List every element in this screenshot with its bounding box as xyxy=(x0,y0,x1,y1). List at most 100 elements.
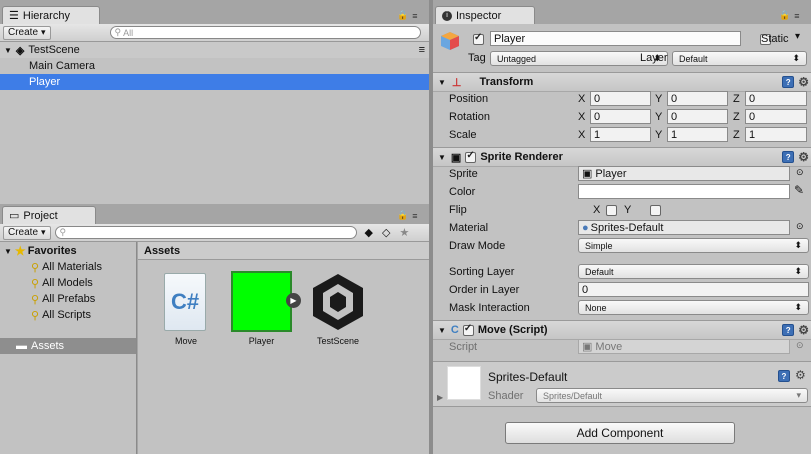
position-label: Position xyxy=(449,93,489,105)
draw-mode-dropdown[interactable]: Simple ⬍ xyxy=(578,238,809,253)
list-icon: ☰ xyxy=(9,10,19,22)
gear-icon[interactable]: ⚙ xyxy=(798,150,809,164)
green-sprite-thumbnail[interactable] xyxy=(231,271,292,332)
mask-interaction-dropdown[interactable]: None ⬍ xyxy=(578,300,809,315)
favorites-row[interactable]: ▼ ★ Favorites xyxy=(0,243,136,259)
order-in-layer-label: Order in Layer xyxy=(449,284,520,296)
add-component-button[interactable]: Add Component xyxy=(505,422,735,444)
scale-z-field[interactable]: 1 xyxy=(745,127,807,142)
axis-z-label: Z xyxy=(733,129,740,141)
search-icon: ⚲ xyxy=(31,293,40,306)
project-create-button[interactable]: Create ▾ xyxy=(3,225,51,240)
rotation-y-field[interactable]: 0 xyxy=(667,109,728,124)
object-name-field[interactable]: Player xyxy=(490,31,741,46)
active-checkbox[interactable] xyxy=(473,32,484,45)
triangle-right-icon[interactable]: ▶ xyxy=(437,393,443,402)
menu-icon[interactable]: ≡ xyxy=(794,11,799,21)
eyedropper-icon[interactable]: ✎ xyxy=(794,183,804,197)
axis-y-label: Y xyxy=(655,93,663,105)
scene-menu-icon[interactable]: ≡ xyxy=(419,44,425,56)
filter-label-icon[interactable]: ◇ xyxy=(382,226,390,239)
triangle-down-icon[interactable]: ▼ xyxy=(438,326,446,335)
tab-hierarchy[interactable]: ☰ Hierarchy xyxy=(2,6,100,24)
triangle-down-icon[interactable]: ▼ xyxy=(4,247,12,256)
scene-row[interactable]: ▼ ◈ TestScene ≡ xyxy=(0,42,429,58)
tree-item-assets[interactable]: ▬ Assets xyxy=(0,338,136,354)
object-picker-icon[interactable]: ⊙ xyxy=(796,167,804,178)
csharp-script-icon[interactable]: C# xyxy=(164,273,206,331)
gear-icon[interactable]: ⚙ xyxy=(795,368,806,382)
folder-icon: ▭ xyxy=(9,210,20,222)
hierarchy-search-input[interactable]: ⚲ All xyxy=(109,26,421,39)
axis-y-label: Y xyxy=(655,129,663,141)
menu-icon[interactable]: ≡ xyxy=(412,11,417,21)
gear-icon[interactable]: ⚙ xyxy=(798,323,809,337)
asset-label: Move xyxy=(174,336,197,346)
transform-header[interactable]: ▼ ⊥ Transform ? ⚙ xyxy=(433,72,811,92)
object-picker-icon[interactable]: ⊙ xyxy=(796,221,804,232)
rotation-z-field[interactable]: 0 xyxy=(745,109,807,124)
gear-icon[interactable]: ⚙ xyxy=(798,75,809,89)
lock-icon[interactable]: 🔒 xyxy=(397,210,408,221)
folder-icon: ▬ xyxy=(16,340,27,352)
sprite-icon: ▣ xyxy=(582,168,593,180)
position-x-field[interactable]: 0 xyxy=(590,91,651,106)
sprite-renderer-enabled-checkbox[interactable] xyxy=(465,150,477,163)
flip-x-checkbox[interactable] xyxy=(606,204,618,216)
hierarchy-item-player[interactable]: Player xyxy=(0,74,429,90)
help-icon[interactable]: ? xyxy=(782,151,795,163)
favorite-item-all-models[interactable]: ⚲ All Models xyxy=(0,275,136,291)
material-field[interactable]: ● Sprites-Default xyxy=(578,220,790,235)
sprite-renderer-header[interactable]: ▼ ▣ Sprite Renderer ? ⚙ xyxy=(433,147,811,167)
flip-y-checkbox[interactable] xyxy=(650,204,662,216)
lock-icon[interactable]: 🔒 xyxy=(397,10,408,21)
shader-label: Shader xyxy=(488,390,524,402)
favorite-item-all-materials[interactable]: ⚲ All Materials xyxy=(0,259,136,275)
axis-z-label: Z xyxy=(733,93,740,105)
help-icon[interactable]: ? xyxy=(782,76,795,88)
triangle-down-icon[interactable]: ▼ xyxy=(438,78,446,87)
expand-arrow-icon[interactable]: ▶ xyxy=(286,293,301,308)
position-y-field[interactable]: 0 xyxy=(667,91,728,106)
rotation-x-field[interactable]: 0 xyxy=(590,109,651,124)
move-script-header[interactable]: ▼ C Move (Script) ? ⚙ xyxy=(433,320,811,340)
sorting-layer-label: Sorting Layer xyxy=(449,266,515,278)
triangle-down-icon[interactable]: ▼ xyxy=(438,153,446,162)
help-icon[interactable]: ? xyxy=(782,324,795,336)
hierarchy-panel: ▼ ◈ TestScene ≡ Main Camera Player xyxy=(0,42,429,204)
axis-x-label: X xyxy=(578,129,586,141)
static-dropdown-arrow-icon[interactable]: ▾ xyxy=(795,31,800,42)
dropdown-arrow-icon: ▾ xyxy=(41,27,46,37)
shader-dropdown[interactable]: Sprites/Default ▾ xyxy=(536,388,808,403)
color-swatch[interactable] xyxy=(578,184,790,199)
hierarchy-create-button[interactable]: Create ▾ xyxy=(3,25,51,40)
favorite-star-icon[interactable]: ★ xyxy=(399,226,409,239)
object-picker-icon: ⊙ xyxy=(796,340,804,350)
lock-icon[interactable]: 🔒 xyxy=(779,10,790,21)
info-icon: i xyxy=(442,10,452,21)
asset-label: TestScene xyxy=(316,336,360,346)
favorite-item-all-prefabs[interactable]: ⚲ All Prefabs xyxy=(0,291,136,307)
sprite-field[interactable]: ▣ Player xyxy=(578,166,790,181)
position-z-field[interactable]: 0 xyxy=(745,91,807,106)
asset-label: Player xyxy=(248,336,275,346)
triangle-down-icon[interactable]: ▼ xyxy=(4,46,12,55)
layer-dropdown[interactable]: Default ⬍ xyxy=(672,51,807,66)
material-name: Sprites-Default xyxy=(488,370,568,384)
favorite-item-all-scripts[interactable]: ⚲ All Scripts xyxy=(0,307,136,323)
tab-project[interactable]: ▭ Project xyxy=(2,206,96,224)
sorting-layer-dropdown[interactable]: Default ⬍ xyxy=(578,264,809,279)
order-in-layer-field[interactable]: 0 xyxy=(578,282,809,297)
unity-scene-icon[interactable] xyxy=(307,270,369,334)
color-label: Color xyxy=(449,186,476,198)
filter-type-icon[interactable]: ◆ xyxy=(365,226,373,239)
move-script-enabled-checkbox[interactable] xyxy=(462,323,474,336)
sprite-renderer-icon: ▣ xyxy=(450,151,462,164)
hierarchy-item-main-camera[interactable]: Main Camera xyxy=(0,58,429,74)
tab-inspector[interactable]: i Inspector xyxy=(435,6,535,24)
menu-icon[interactable]: ≡ xyxy=(412,211,417,221)
scale-y-field[interactable]: 1 xyxy=(667,127,728,142)
scale-x-field[interactable]: 1 xyxy=(590,127,651,142)
help-icon[interactable]: ? xyxy=(778,370,790,382)
project-search-input[interactable]: ⚲ xyxy=(54,226,357,239)
